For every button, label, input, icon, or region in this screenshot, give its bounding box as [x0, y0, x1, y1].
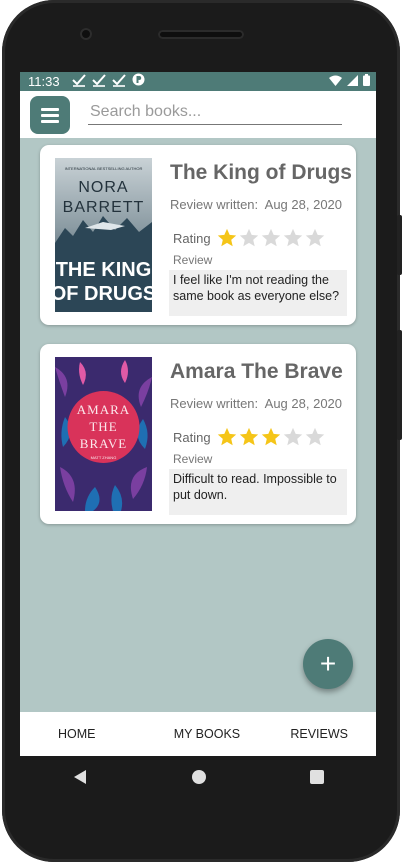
review-date-value: Aug 28, 2020 [264, 197, 343, 212]
book-title: The King of Drugs [170, 161, 352, 184]
review-date: Review written: Aug 28, 2020 [170, 197, 342, 212]
check-icon [72, 74, 86, 87]
star-rating [216, 227, 326, 249]
cover-author-last: BARRETT [63, 199, 145, 216]
cover-title-line2: THE [89, 419, 117, 434]
home-icon[interactable] [191, 769, 207, 785]
star-empty-icon[interactable] [238, 227, 260, 249]
wifi-icon [329, 75, 342, 86]
book-card[interactable]: AMARA THE BRAVE MATT ZHANG Amara The Bra… [40, 344, 356, 524]
star-filled-icon[interactable] [238, 426, 260, 448]
notification-icons [72, 73, 145, 87]
cover-title-line1: AMARA [77, 402, 130, 417]
cover-title-line3: BRAVE [80, 436, 127, 451]
star-empty-icon[interactable] [282, 227, 304, 249]
status-bar: 11:33 [20, 72, 376, 91]
bottom-navigation: HOME MY BOOKS REVIEWS [20, 712, 376, 756]
app-screen: 11:33 Search books... INTERNATIONAL BEST… [20, 72, 376, 756]
recents-icon[interactable] [310, 770, 325, 784]
book-cover: AMARA THE BRAVE MATT ZHANG [55, 357, 152, 511]
system-navigation [20, 756, 376, 798]
app-notification-icon [132, 73, 145, 86]
book-card[interactable]: INTERNATIONAL BESTSELLING AUTHOR NORA BA… [40, 145, 356, 325]
speaker-grille [158, 30, 244, 39]
star-filled-icon[interactable] [216, 426, 238, 448]
star-empty-icon[interactable] [304, 426, 326, 448]
star-empty-icon[interactable] [282, 426, 304, 448]
cover-title-line1: THE KING [56, 259, 152, 281]
cover-tagline: INTERNATIONAL BESTSELLING AUTHOR [65, 166, 143, 171]
system-status [329, 74, 370, 86]
review-written-label: Review written: [170, 396, 259, 411]
review-label: Review [173, 253, 213, 267]
menu-icon [41, 107, 59, 123]
rating-label: Rating [173, 230, 211, 246]
power-button [397, 215, 402, 275]
star-empty-icon[interactable] [304, 227, 326, 249]
star-filled-icon[interactable] [216, 227, 238, 249]
check-icon [112, 74, 126, 87]
signal-icon [347, 74, 358, 86]
volume-button [397, 330, 402, 440]
cover-title-line2: OF DRUGS [55, 283, 152, 305]
rating-label: Rating [173, 429, 211, 445]
check-icon [92, 74, 106, 87]
back-icon[interactable] [72, 769, 88, 785]
add-book-button[interactable]: + [303, 639, 353, 689]
review-written-label: Review written: [170, 197, 259, 212]
star-filled-icon[interactable] [260, 426, 282, 448]
menu-button[interactable] [30, 96, 70, 134]
review-text: I feel like I'm not reading the same boo… [169, 270, 347, 316]
plus-icon: + [319, 648, 337, 679]
rating-row: Rating [173, 426, 326, 448]
nav-reviews[interactable]: REVIEWS [290, 727, 376, 741]
review-date-value: Aug 28, 2020 [264, 396, 343, 411]
rating-row: Rating [173, 227, 326, 249]
status-time: 11:33 [28, 74, 60, 89]
review-date: Review written: Aug 28, 2020 [170, 396, 342, 411]
search-input[interactable] [88, 100, 342, 125]
battery-icon [363, 74, 370, 86]
star-rating [216, 426, 326, 448]
front-camera [80, 28, 92, 40]
review-label: Review [173, 452, 213, 466]
cover-author: MATT ZHANG [91, 455, 117, 460]
nav-home[interactable]: HOME [20, 727, 124, 741]
book-cover: INTERNATIONAL BESTSELLING AUTHOR NORA BA… [55, 158, 152, 312]
cover-author-first: NORA [78, 179, 128, 196]
nav-my-books[interactable]: MY BOOKS [174, 727, 240, 741]
book-title: Amara The Brave [170, 360, 343, 383]
review-text: Difficult to read. Impossible to put dow… [169, 469, 347, 515]
star-empty-icon[interactable] [260, 227, 282, 249]
app-bar [20, 91, 376, 138]
